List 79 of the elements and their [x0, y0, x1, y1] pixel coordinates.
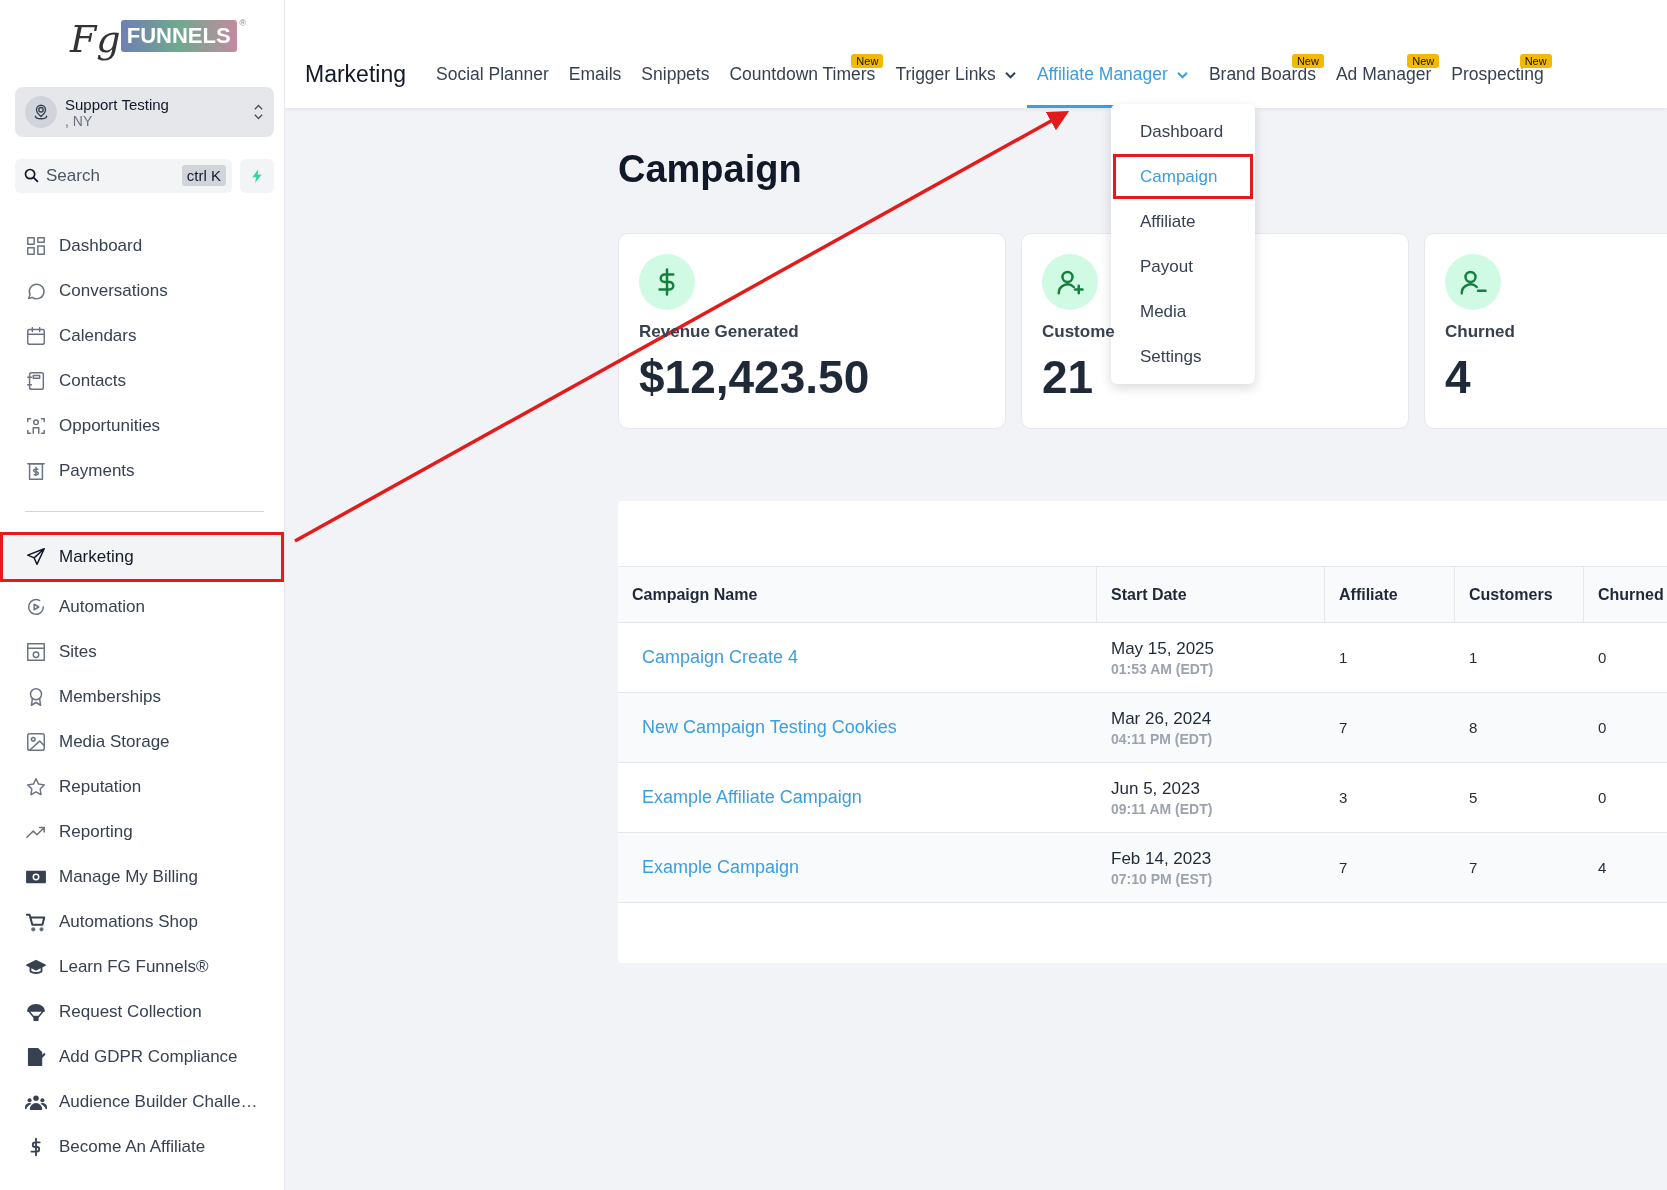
sidebar-item[interactable]: Automations Shop — [0, 899, 284, 944]
start-time: 09:11 AM (EDT) — [1111, 800, 1213, 817]
start-time: 04:11 PM (EDT) — [1111, 730, 1213, 747]
table-cell: 5 — [1469, 789, 1478, 806]
chevron-down-icon — [1003, 71, 1017, 80]
column-header: Affiliate — [1325, 567, 1455, 622]
table-cell: 7 — [1339, 859, 1348, 876]
paper-plane-icon — [25, 546, 47, 568]
sidebar-item[interactable]: Marketing — [0, 532, 284, 582]
sidebar-item[interactable]: Conversations — [0, 268, 284, 313]
account-switcher[interactable]: Support Testing , NY — [15, 87, 274, 137]
table-cell: 0 — [1598, 649, 1607, 666]
table-cell: 0 — [1598, 719, 1607, 736]
stat-value: 4 — [1445, 350, 1471, 404]
start-time: 01:53 AM (EDT) — [1111, 660, 1214, 677]
grid-icon — [25, 234, 47, 257]
chevron-down-icon — [1175, 71, 1189, 80]
column-header: Start Date — [1097, 567, 1325, 622]
nav-tab[interactable]: Snippets — [631, 60, 720, 108]
sidebar-item[interactable]: Reporting — [0, 809, 284, 854]
search-icon — [23, 167, 40, 184]
document-pen-icon — [25, 1045, 47, 1068]
sidebar-item[interactable]: Sites — [0, 629, 284, 674]
start-time: 07:10 PM (EST) — [1111, 870, 1213, 887]
new-badge: New — [1407, 54, 1440, 68]
shortcut-hint: ctrl K — [181, 165, 226, 186]
page-title: Campaign — [618, 148, 802, 192]
table-cell: 8 — [1469, 719, 1478, 736]
stat-label: Custome — [1042, 322, 1115, 342]
table-cell: 0 — [1598, 789, 1607, 806]
star-icon — [25, 775, 47, 798]
sidebar-item[interactable]: Reputation — [0, 764, 284, 809]
new-badge: New — [851, 54, 884, 68]
menu-item[interactable]: Affiliate — [1111, 199, 1255, 244]
column-header: Customers — [1455, 567, 1584, 622]
start-date: Mar 26, 2024 — [1111, 708, 1212, 729]
start-date: Feb 14, 2023 — [1111, 848, 1212, 869]
column-header: Campaign Name — [618, 567, 1097, 622]
nav-tab[interactable]: Social Planner — [426, 60, 559, 108]
table-cell: 7 — [1339, 719, 1348, 736]
table-cell: 4 — [1598, 859, 1607, 876]
chevron-up-down-icon — [253, 102, 264, 122]
location-pin-icon — [32, 103, 50, 121]
section-title: Marketing — [305, 61, 406, 88]
start-date: Jun 5, 2023 — [1111, 778, 1200, 799]
sidebar-item[interactable]: Payments — [0, 448, 284, 493]
sidebar-item[interactable]: Become An Affiliate — [0, 1124, 284, 1169]
contact-book-icon — [25, 369, 47, 392]
stat-value: $12,423.50 — [639, 350, 870, 404]
sidebar-item[interactable]: Automation — [0, 584, 284, 629]
sidebar-item[interactable]: Contacts — [0, 358, 284, 403]
table-cell: 1 — [1469, 649, 1478, 666]
nav-tab[interactable]: Trigger Links — [885, 60, 1027, 108]
start-date: May 15, 2025 — [1111, 638, 1214, 659]
sidebar-item[interactable]: Calendars — [0, 313, 284, 358]
sidebar-item[interactable]: Request Collection — [0, 989, 284, 1034]
calendar-icon — [25, 324, 47, 347]
sidebar-item[interactable]: Manage My Billing — [0, 854, 284, 899]
table-cell: 7 — [1469, 859, 1478, 876]
new-badge: New — [1291, 54, 1324, 68]
menu-item[interactable]: Payout — [1111, 244, 1255, 289]
table-cell: 1 — [1339, 649, 1348, 666]
stat-value: 21 — [1042, 350, 1094, 404]
sidebar-item[interactable]: Opportunities — [0, 403, 284, 448]
sidebar-item[interactable]: Audience Builder Challe… — [0, 1079, 284, 1124]
new-badge: New — [1519, 54, 1552, 68]
sidebar-item[interactable]: Add GDPR Compliance — [0, 1034, 284, 1079]
sidebar-item[interactable]: Media Storage — [0, 719, 284, 764]
menu-item[interactable]: Dashboard — [1111, 109, 1255, 154]
nav-tab[interactable]: Emails — [558, 60, 632, 108]
sidebar-item[interactable]: Learn FG Funnels® — [0, 944, 284, 989]
column-header: Churned — [1584, 567, 1667, 622]
table-cell: 3 — [1339, 789, 1348, 806]
sidebar-item[interactable]: Memberships — [0, 674, 284, 719]
browser-window-icon — [25, 640, 47, 663]
stat-label: Churned — [1445, 322, 1515, 342]
sidebar-item[interactable]: Dashboard — [0, 223, 284, 268]
quick-action-button[interactable] — [240, 159, 274, 193]
image-icon — [25, 730, 47, 753]
